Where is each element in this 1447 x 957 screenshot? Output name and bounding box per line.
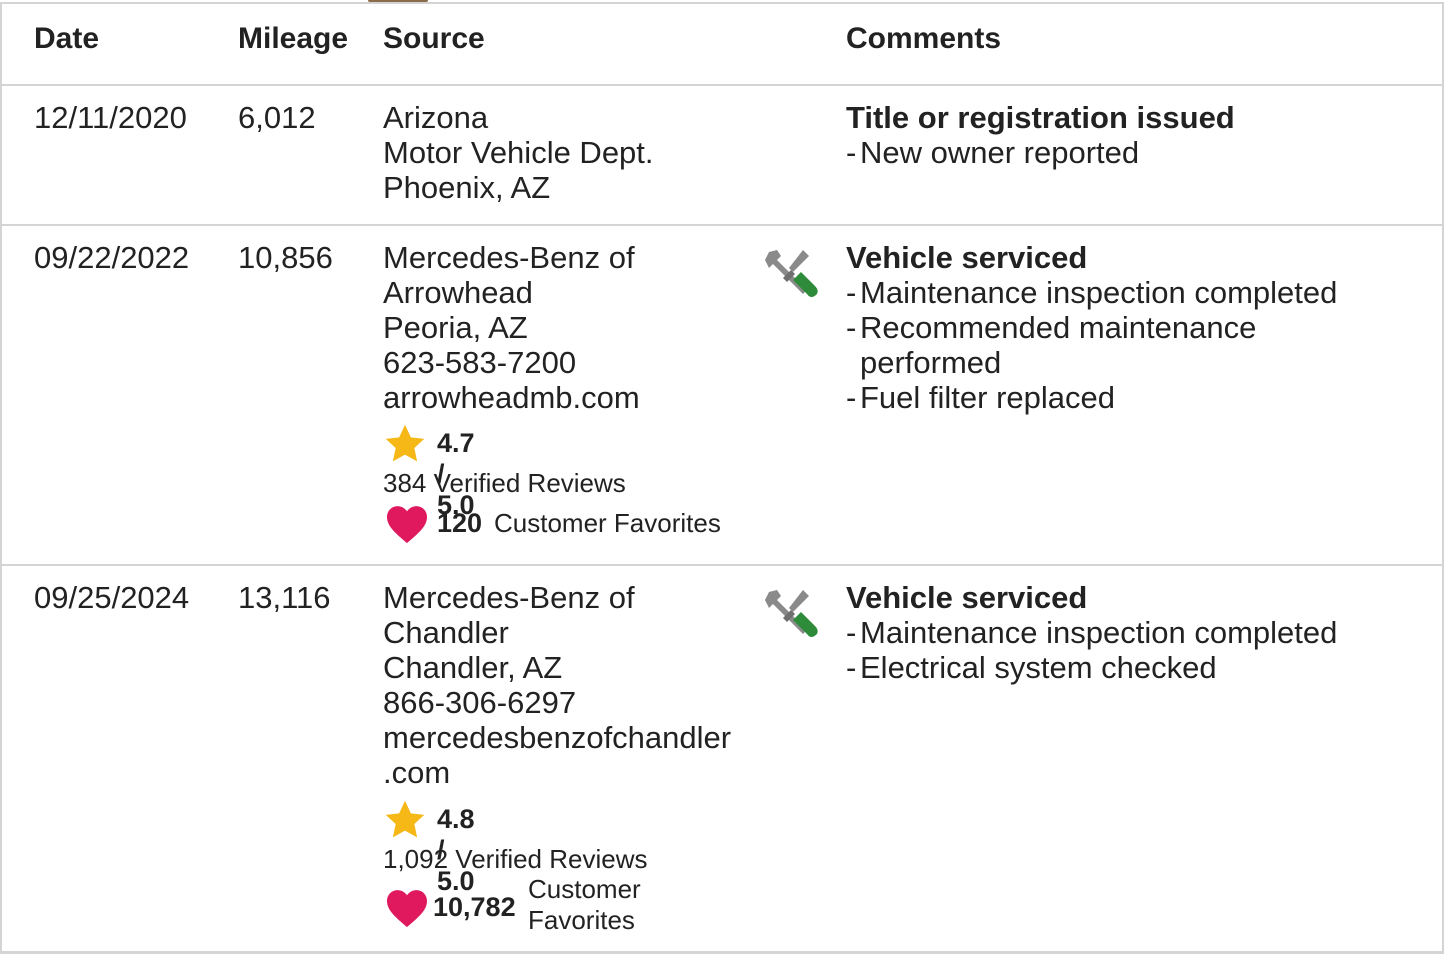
table-header: Date Mileage Source Comments xyxy=(2,4,1442,86)
star-icon xyxy=(385,800,425,838)
service-wrench-screwdriver-icon xyxy=(765,590,818,637)
comment-item: Electrical system checked xyxy=(846,650,1406,685)
source-line: Chandler, AZ xyxy=(383,650,563,685)
source-line: Peoria, AZ xyxy=(383,310,528,345)
row-source: Arizona Motor Vehicle Dept. Phoenix, AZ xyxy=(383,100,654,205)
favorites-count: 10,782 xyxy=(433,892,516,922)
row-mileage: 13,116 xyxy=(238,580,331,615)
source-website-link[interactable]: mercedesbenzofchandler xyxy=(383,720,731,755)
table-row: 09/25/2024 13,116 Mercedes-Benz of Chand… xyxy=(2,566,1442,952)
source-line: Chandler xyxy=(383,615,509,650)
row-mileage: 10,856 xyxy=(238,240,333,275)
source-line: 623-583-7200 xyxy=(383,345,577,380)
heart-icon xyxy=(387,890,427,928)
source-line: Arrowhead xyxy=(383,275,533,310)
favorites-label: Customer Favorites xyxy=(528,874,641,936)
source-line: Mercedes-Benz of xyxy=(383,580,635,615)
source-line: Phoenix, AZ xyxy=(383,170,551,205)
source-website-link[interactable]: arrowheadmb.com xyxy=(383,380,640,415)
favorites-label-line: Customer xyxy=(528,874,641,904)
favorites-label-line: Favorites xyxy=(528,905,635,935)
verified-reviews[interactable]: 1,092 Verified Reviews xyxy=(383,844,647,875)
row-source: Mercedes-Benz of Chandler Chandler, AZ 8… xyxy=(383,580,731,790)
table-row: 09/22/2022 10,856 Mercedes-Benz of Arrow… xyxy=(2,226,1442,566)
comment-title: Title or registration issued xyxy=(846,100,1235,135)
row-source: Mercedes-Benz of Arrowhead Peoria, AZ 62… xyxy=(383,240,640,415)
header-comments: Comments xyxy=(846,22,1002,55)
header-date: Date xyxy=(34,22,100,55)
comment-item: New owner reported xyxy=(846,135,1406,170)
verified-reviews[interactable]: 384 Verified Reviews xyxy=(383,468,626,499)
favorites-label: Customer Favorites xyxy=(494,508,721,538)
row-date: 09/25/2024 xyxy=(34,580,190,615)
comment-item: Maintenance inspection completed xyxy=(846,615,1406,650)
source-line: Mercedes-Benz of xyxy=(383,240,635,275)
row-mileage: 6,012 xyxy=(238,100,316,135)
header-mileage: Mileage xyxy=(238,22,349,55)
row-date: 09/22/2022 xyxy=(34,240,190,275)
source-line: 866-306-6297 xyxy=(383,685,577,720)
comment-item: Recommended maintenance performed xyxy=(846,310,1290,380)
service-wrench-screwdriver-icon xyxy=(765,250,818,297)
table-row: 12/11/2020 6,012 Arizona Motor Vehicle D… xyxy=(2,86,1442,226)
heart-icon xyxy=(387,506,427,544)
row-comments: Vehicle serviced Maintenance inspection … xyxy=(846,580,1406,685)
row-comments: Vehicle serviced Maintenance inspection … xyxy=(846,240,1406,415)
source-line: Motor Vehicle Dept. xyxy=(383,135,654,170)
comment-title: Vehicle serviced xyxy=(846,240,1088,275)
row-comments: Title or registration issued New owner r… xyxy=(846,100,1406,170)
source-website-link-cont[interactable]: .com xyxy=(383,755,731,790)
header-source: Source xyxy=(383,22,485,55)
star-icon xyxy=(385,424,425,462)
source-line: Arizona xyxy=(383,100,489,135)
comment-item: Fuel filter replaced xyxy=(846,380,1406,415)
comment-item: Maintenance inspection completed xyxy=(846,275,1406,310)
row-date: 12/11/2020 xyxy=(34,100,187,135)
comment-title: Vehicle serviced xyxy=(846,580,1088,615)
favorites-count: 120 xyxy=(437,508,483,538)
